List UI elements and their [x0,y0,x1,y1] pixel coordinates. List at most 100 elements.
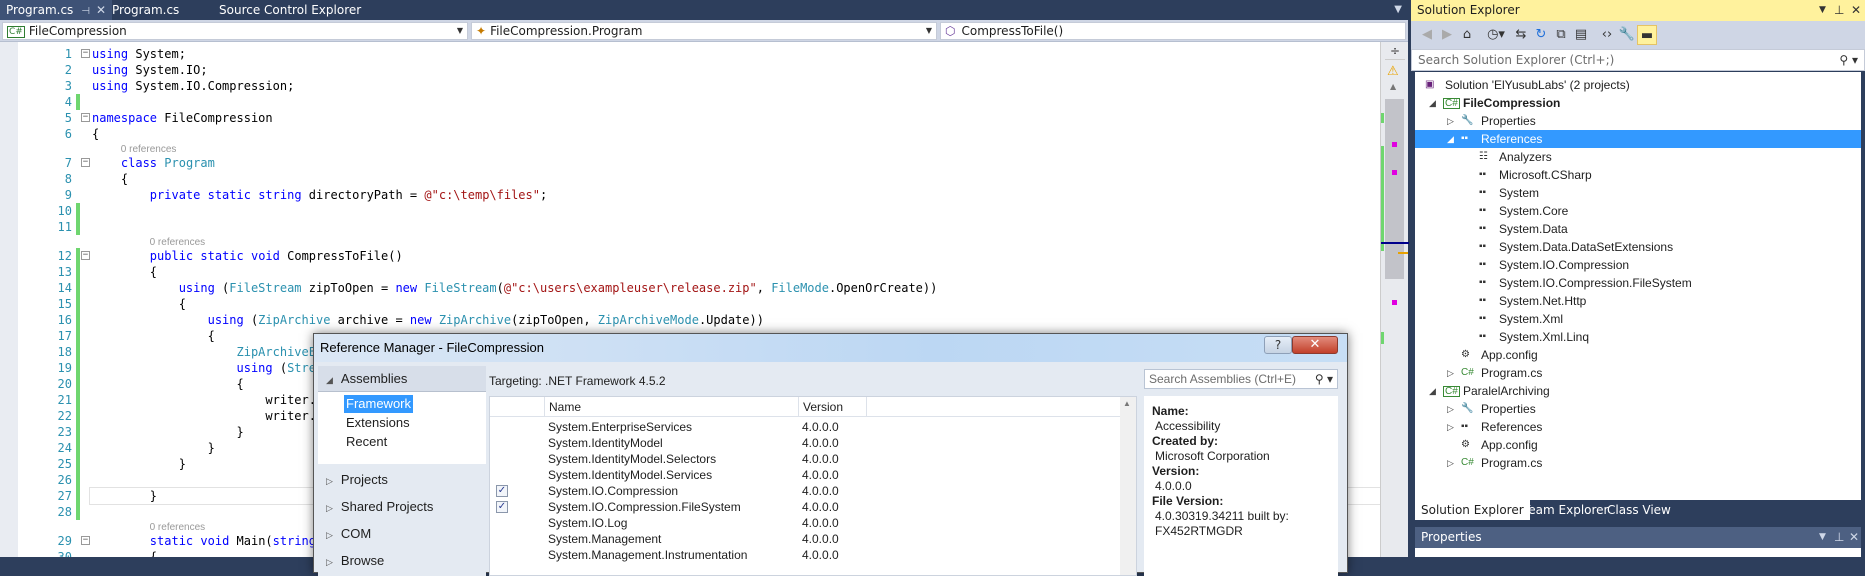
tab-source-control-explorer[interactable]: Source Control Explorer [213,0,367,20]
category-assemblies[interactable]: ◢ Assemblies [318,366,486,392]
category-browse[interactable]: ▷ Browse [318,548,486,574]
tree-node[interactable]: ▪▪ System [1415,184,1861,202]
collapse-all-icon[interactable]: ⧉ [1551,25,1571,45]
collapse-outline-icon[interactable]: − [81,113,90,122]
assembly-checkbox[interactable]: ✓ [496,501,508,513]
code-line[interactable]: 2 using System.IO; [0,62,1380,78]
category-shared-projects[interactable]: ▷ Shared Projects [318,494,486,520]
warning-icon[interactable]: ⚠ [1387,64,1399,79]
tab-team-explorer[interactable]: Team Explorer [1517,500,1615,520]
code-line[interactable]: 5− namespace FileCompression [0,110,1380,126]
code-line[interactable]: 1− using System; [0,46,1380,62]
tree-node[interactable]: ▪▪ System.Core [1415,202,1861,220]
assembly-row[interactable]: System.IdentityModel 4.0.0.0 [490,435,1120,451]
close-icon[interactable]: ✕ [1849,527,1859,548]
list-scrollbar[interactable]: ▲ [1120,397,1136,575]
properties-title-bar[interactable]: Properties ▼ ⊥ ✕ [1415,527,1861,548]
tree-node[interactable]: ▣ Solution 'ElYusubLabs' (2 projects) [1415,76,1861,94]
member-dropdown[interactable]: ⬡ CompressToFile() [940,22,1406,40]
tab-solution-explorer[interactable]: Solution Explorer [1415,500,1530,520]
collapsed-arrow-icon[interactable]: ▷ [1447,112,1454,130]
search-icon[interactable]: ⚲ ▾ [1315,370,1333,388]
sync-with-document-icon[interactable]: ⇆ [1511,25,1531,45]
tree-node[interactable]: ◢ ▪▪ References [1415,130,1861,148]
assembly-row[interactable]: System.EnterpriseServices 4.0.0.0 [490,419,1120,435]
tree-node[interactable]: ▪▪ System.Xml.Linq [1415,328,1861,346]
tree-node[interactable]: ▷ 🔧 Properties [1415,400,1861,418]
scroll-up-arrow[interactable]: ▲ [1123,399,1131,408]
refresh-icon[interactable]: ↻ [1531,25,1551,45]
window-position-dropdown-icon[interactable]: ▼ [1819,0,1826,21]
close-icon[interactable]: ✕ [1851,0,1861,21]
tree-node[interactable]: ▪▪ System.Data.DataSetExtensions [1415,238,1861,256]
editor-vertical-scrollbar[interactable]: ÷ ⚠ ▲ [1380,42,1409,557]
assembly-checkbox[interactable]: ✓ [496,485,508,497]
assembly-row[interactable]: System.IO.Log 4.0.0.0 [490,515,1120,531]
close-button[interactable]: ✕ [1292,336,1338,354]
tree-node[interactable]: ▪▪ Microsoft.CSharp [1415,166,1861,184]
search-assemblies-input[interactable]: Search Assemblies (Ctrl+E) ⚲ ▾ [1144,369,1338,389]
pending-changes-filter-icon[interactable]: ◷▾ [1483,25,1509,45]
forward-icon[interactable]: ▶ [1437,25,1457,45]
code-line[interactable]: 9 private static string directoryPath = … [0,187,1380,203]
code-line[interactable]: 12− public static void CompressToFile() [0,248,1380,264]
code-line[interactable]: 3 using System.IO.Compression; [0,78,1380,94]
code-line[interactable]: 16 using (ZipArchive archive = new ZipAr… [0,312,1380,328]
tree-node[interactable]: ▪▪ System.Net.Http [1415,292,1861,310]
properties-wrench-icon[interactable]: 🔧 [1617,25,1637,45]
assembly-row[interactable]: System.IdentityModel.Services 4.0.0.0 [490,467,1120,483]
back-icon[interactable]: ◀ [1417,25,1437,45]
code-line[interactable]: 11 [0,219,1380,235]
tree-node[interactable]: ▪▪ System.Data [1415,220,1861,238]
collapse-outline-icon[interactable]: − [81,158,90,167]
home-icon[interactable]: ⌂ [1457,25,1477,45]
solution-explorer-title-bar[interactable]: Solution Explorer ▼ ⊥ ✕ [1411,0,1865,21]
view-code-icon[interactable]: ‹› [1597,25,1617,45]
assembly-row[interactable]: ✓ System.IO.Compression 4.0.0.0 [490,483,1120,499]
tree-node[interactable]: ▪▪ System.IO.Compression.FileSystem [1415,274,1861,292]
assembly-row[interactable]: System.Management 4.0.0.0 [490,531,1120,547]
code-line[interactable]: 13 { [0,264,1380,280]
category-com[interactable]: ▷ COM [318,521,486,547]
tab-program-cs-active[interactable]: Program.cs ⊣ ✕ [0,0,113,20]
code-line[interactable]: 7− class Program [0,155,1380,171]
tree-node[interactable]: ▷ 🔧 Properties [1415,112,1861,130]
show-all-files-icon[interactable]: ▤ [1571,25,1591,45]
pin-icon[interactable]: ⊥ [1834,527,1844,548]
tree-node[interactable]: ▷ C# Program.cs [1415,454,1861,472]
collapsed-arrow-icon[interactable]: ▷ [1447,418,1454,436]
category-projects[interactable]: ▷ Projects [318,467,486,493]
dialog-title-bar[interactable]: Reference Manager - FileCompression ? ✕ [314,334,1347,362]
collapse-outline-icon[interactable]: − [81,536,90,545]
expanded-arrow-icon[interactable]: ◢ [1447,130,1454,148]
tab-class-view[interactable]: Class View [1601,500,1677,520]
collapse-outline-icon[interactable]: − [81,49,90,58]
collapsed-arrow-icon[interactable]: ▷ [1447,454,1454,472]
assembly-row[interactable]: System.IdentityModel.Selectors 4.0.0.0 [490,451,1120,467]
collapse-outline-icon[interactable]: − [81,251,90,260]
code-line[interactable]: 8 { [0,171,1380,187]
tab-program-cs[interactable]: Program.cs [106,0,185,20]
expanded-arrow-icon[interactable]: ◢ [1429,382,1436,400]
tree-node[interactable]: ☷ Analyzers [1415,148,1861,166]
collapsed-arrow-icon[interactable]: ▷ [1447,364,1454,382]
help-button[interactable]: ? [1264,336,1292,354]
tree-node[interactable]: ⚙ App.config [1415,346,1861,364]
subcategory-recent[interactable]: Recent [344,433,389,451]
assembly-row[interactable]: ✓ System.IO.Compression.FileSystem 4.0.0.0 [490,499,1120,515]
code-line[interactable]: 15 { [0,296,1380,312]
close-icon[interactable]: ✕ [96,3,106,17]
subcategory-framework[interactable]: Framework [344,395,414,413]
code-line[interactable]: 6{ [0,126,1380,142]
code-line[interactable]: 14 using (FileStream zipToOpen = new Fil… [0,280,1380,296]
expanded-arrow-icon[interactable]: ◢ [1429,94,1436,112]
scroll-up-arrow[interactable]: ▲ [1390,82,1396,91]
column-header-version[interactable]: Version [798,397,866,417]
preview-selected-items-icon[interactable]: ▬ [1637,25,1657,45]
project-dropdown[interactable]: C# FileCompression ▼ [2,22,468,40]
assembly-row[interactable]: System.Management.Instrumentation 4.0.0.0 [490,547,1120,563]
search-solution-explorer-input[interactable]: Search Solution Explorer (Ctrl+;) ⚲ ▾ [1411,49,1865,71]
code-line[interactable]: 4 [0,94,1380,110]
tab-menu-dropdown-icon[interactable]: ▼ [1394,4,1402,15]
tree-node[interactable]: ▪▪ System.IO.Compression [1415,256,1861,274]
